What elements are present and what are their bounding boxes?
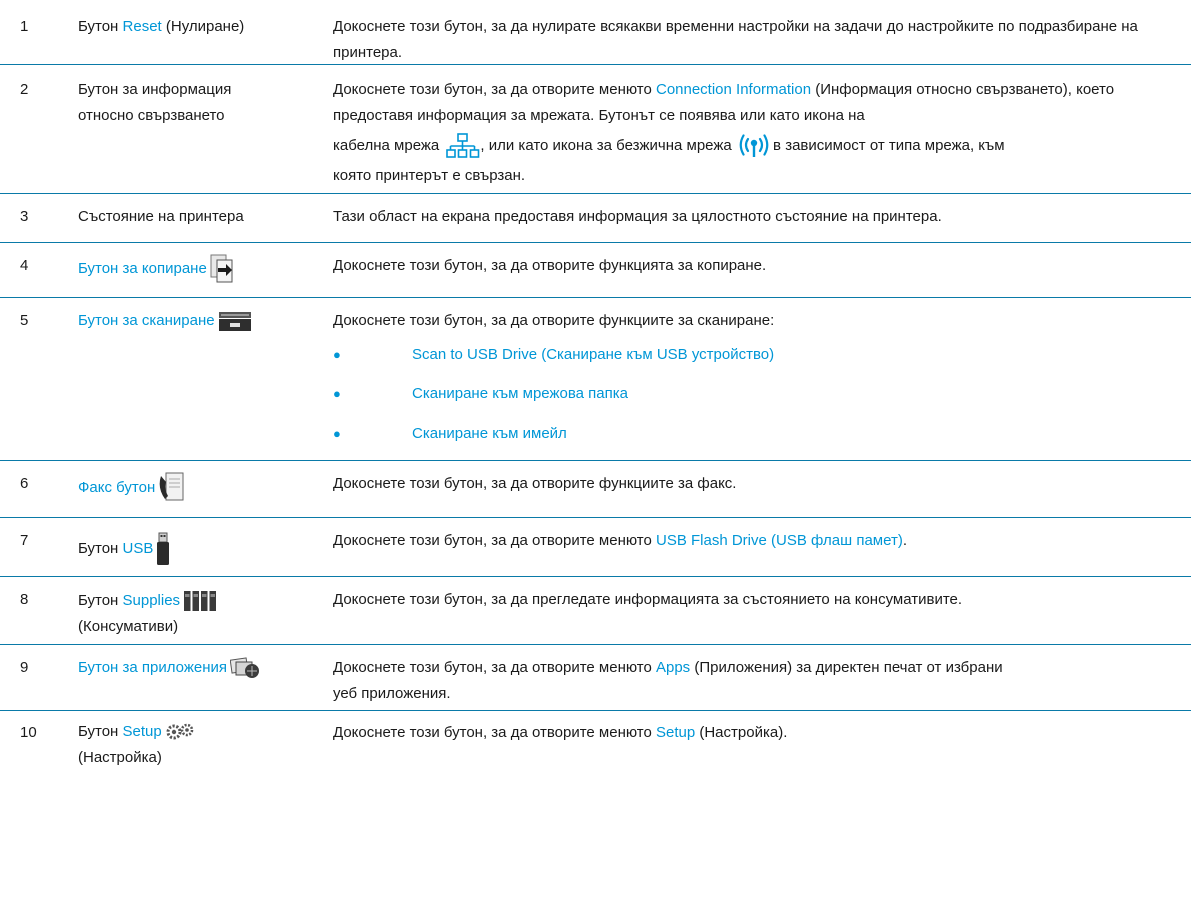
row-description: Докоснете този бутон, за да отворите мен… [333, 532, 907, 549]
row-description: Докоснете този бутон, за да отворите фун… [333, 475, 737, 492]
supplies-link[interactable]: Supplies [123, 592, 181, 609]
table-row: 2 Бутон за информация относно свързванет… [0, 65, 1191, 194]
scan-to-email-link[interactable]: Сканиране към имейл [412, 421, 567, 447]
table-row: 10 Бутон Setup (Настройка) Докоснете този… [0, 711, 1191, 781]
row-description: Докоснете този бутон, за да отворите мен… [333, 81, 1115, 184]
table-row: 6 Факс бутон Докоснете този бутон, за да… [0, 461, 1191, 518]
scan-button-link[interactable]: Бутон за сканиране [78, 308, 308, 334]
copy-button-link[interactable]: Бутон за копиране [78, 254, 308, 284]
row-description: Докоснете този бутон, за да прегледате и… [333, 591, 963, 608]
bullet-dot: ● [333, 426, 341, 441]
reset-link[interactable]: Reset [123, 18, 162, 35]
button-name: Бутон USB [78, 532, 308, 566]
row-number: 5 [20, 312, 29, 329]
row-number: 4 [20, 257, 29, 274]
wireless-network-icon [739, 133, 769, 159]
fax-button-link[interactable]: Факс бутон [78, 472, 308, 504]
scan-to-usb-link[interactable]: Scan to USB Drive (Сканиране към USB уст… [412, 342, 774, 368]
scanner-icon [218, 310, 252, 332]
row-description: Докоснете този бутон, за да отворите мен… [333, 724, 788, 741]
setup-gears-icon [165, 723, 195, 741]
copy-icon [210, 254, 234, 284]
bullet-dot: ● [333, 347, 341, 362]
setup-link[interactable]: Setup [123, 723, 162, 740]
button-name: Бутон Reset (Нулиране) [78, 18, 245, 35]
table-row: 9 Бутон за приложения Докоснете този бут… [0, 645, 1191, 711]
table-row: 5 Бутон за сканиране Докоснете този буто… [0, 298, 1191, 461]
buttons-table: 1 Бутон Reset (Нулиране) Докоснете този … [0, 0, 1191, 781]
row-number: 1 [20, 18, 29, 35]
table-row: 4 Бутон за копиране Докоснете този бутон… [0, 243, 1191, 298]
fax-icon [158, 472, 184, 504]
table-row: 1 Бутон Reset (Нулиране) Докоснете този … [0, 0, 1191, 65]
row-number: 3 [20, 208, 29, 225]
usb-flash-drive-link[interactable]: USB Flash Drive (USB флаш памет) [656, 532, 903, 549]
table-row: 3 Състояние на принтера Тази област на е… [0, 194, 1191, 243]
usb-drive-icon [156, 532, 170, 566]
row-description: Докоснете този бутон, за да нулирате вся… [333, 18, 1138, 61]
row-description: Докоснете този бутон, за да отворите фун… [333, 312, 775, 329]
wired-network-icon [446, 133, 480, 159]
apps-link[interactable]: Apps [656, 659, 690, 676]
row-number: 8 [20, 591, 29, 608]
supplies-icon [183, 590, 217, 612]
apps-button-link[interactable]: Бутон за приложения [78, 655, 308, 681]
setup-menu-link[interactable]: Setup [656, 724, 695, 741]
row-number: 6 [20, 475, 29, 492]
scan-to-network-folder-link[interactable]: Сканиране към мрежова папка [412, 381, 628, 407]
row-number: 2 [20, 81, 29, 98]
table-row: 7 Бутон USB Докоснете този бутон, за да … [0, 518, 1191, 577]
connection-information-link[interactable]: Connection Information [656, 81, 811, 98]
button-name: Бутон Supplies (Консумативи) [78, 588, 308, 640]
usb-link[interactable]: USB [123, 540, 154, 557]
row-description: Докоснете този бутон, за да отворите мен… [333, 659, 1003, 702]
row-number: 7 [20, 532, 29, 549]
button-name: Бутон Setup (Настройка) [78, 719, 308, 771]
row-number: 10 [20, 724, 37, 741]
button-name: Състояние на принтера [78, 208, 244, 225]
table-row: 8 Бутон Supplies (Консумативи) Докоснете … [0, 577, 1191, 645]
row-number: 9 [20, 659, 29, 676]
row-description: Тази област на екрана предоставя информа… [333, 208, 942, 225]
bullet-dot: ● [333, 386, 341, 401]
button-name: Бутон за информация относно свързването [78, 81, 232, 124]
row-description: Докоснете този бутон, за да отворите фун… [333, 257, 767, 274]
apps-icon [230, 656, 260, 680]
